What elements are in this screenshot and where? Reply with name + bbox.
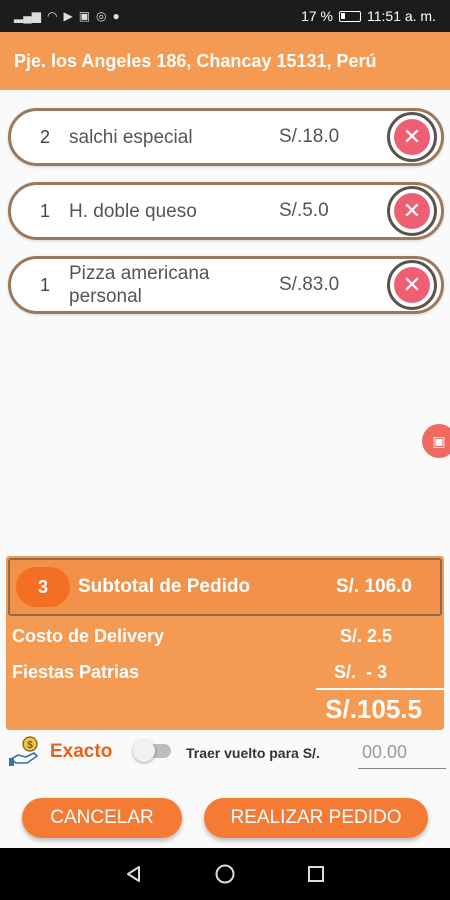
signal-icon: ▂▄▆ [14, 9, 41, 23]
battery-percent: 17 % [301, 8, 333, 24]
subtotal-value: S/. 106.0 [335, 576, 412, 597]
svg-text:$: $ [27, 740, 33, 751]
item-price: S/.18.0 [279, 126, 340, 147]
toggle-knob [133, 740, 155, 762]
video-icon: ▶ [63, 9, 73, 23]
order-list: 2 salchi especial S/.18.0 ✕ 1 H. doble q… [8, 108, 444, 330]
discount-value: S/. - 3 [334, 662, 388, 682]
recent-apps-icon[interactable] [306, 864, 326, 884]
item-name: H. doble queso [69, 200, 197, 222]
item-price: S/.5.0 [279, 200, 329, 221]
order-item: 2 salchi especial S/.18.0 ✕ [8, 108, 444, 166]
back-icon[interactable] [124, 864, 144, 884]
cancel-button[interactable]: CANCELAR [22, 798, 182, 838]
change-toggle[interactable] [133, 740, 171, 762]
camera-icon: ▣ [432, 432, 446, 449]
item-quantity: 1 [39, 274, 50, 295]
remove-item-button[interactable]: ✕ [387, 186, 437, 236]
screen-record-button[interactable]: ▣ [422, 424, 450, 458]
home-icon[interactable] [214, 863, 236, 885]
notification-icons: ▂▄▆ ◠ ▶ ▣ ◎ ● [14, 9, 120, 23]
wifi-icon: ◠ [46, 9, 58, 23]
order-item: 1 H. doble queso S/.5.0 ✕ [8, 182, 444, 240]
chat-icon: ● [112, 9, 120, 23]
summary-divider [316, 688, 444, 690]
address-text: Pje. los Angeles 186, Chancay 15131, Per… [14, 50, 377, 71]
item-count-badge: 3 [16, 567, 70, 607]
remove-item-button[interactable]: ✕ [387, 112, 437, 162]
order-total: S/.105.5 [325, 694, 422, 724]
item-price: S/.83.0 [279, 274, 340, 295]
change-amount-input[interactable] [358, 737, 446, 769]
item-quantity: 2 [39, 126, 50, 147]
item-name: salchi especial [69, 126, 193, 148]
navigation-bar [0, 848, 450, 900]
payment-row: $ Exacto Traer vuelto para S/. [0, 733, 450, 773]
item-quantity: 1 [39, 200, 50, 221]
address-header: Pje. los Angeles 186, Chancay 15131, Per… [0, 32, 450, 90]
battery-icon [338, 10, 361, 22]
subtotal-row: 3 Subtotal de Pedido S/. 106.0 [8, 558, 442, 616]
remove-item-button[interactable]: ✕ [387, 260, 437, 310]
order-summary: 3 Subtotal de Pedido S/. 106.0 Costo de … [6, 556, 444, 730]
subtotal-label: Subtotal de Pedido [78, 576, 251, 597]
clock: 11:51 a. m. [366, 8, 436, 24]
change-label: Traer vuelto para S/. [186, 745, 320, 761]
item-name: Pizza americana personal [69, 263, 210, 307]
status-bar: ▂▄▆ ◠ ▶ ▣ ◎ ● 17 % 11:51 a. m. [0, 0, 450, 32]
close-icon: ✕ [394, 119, 430, 155]
whatsapp-icon: ◎ [96, 9, 107, 23]
close-icon: ✕ [394, 193, 430, 229]
exact-payment-label: Exacto [50, 741, 113, 762]
close-icon: ✕ [394, 267, 430, 303]
place-order-button[interactable]: REALIZAR PEDIDO [204, 798, 428, 838]
delivery-label: Costo de Delivery [12, 626, 165, 646]
delivery-value: S/. 2.5 [340, 626, 393, 646]
order-item: 1 Pizza americana personal S/.83.0 ✕ [8, 256, 444, 314]
money-hand-icon: $ [9, 736, 38, 766]
gallery-icon: ▣ [78, 9, 91, 23]
discount-label: Fiestas Patrias [12, 662, 140, 682]
